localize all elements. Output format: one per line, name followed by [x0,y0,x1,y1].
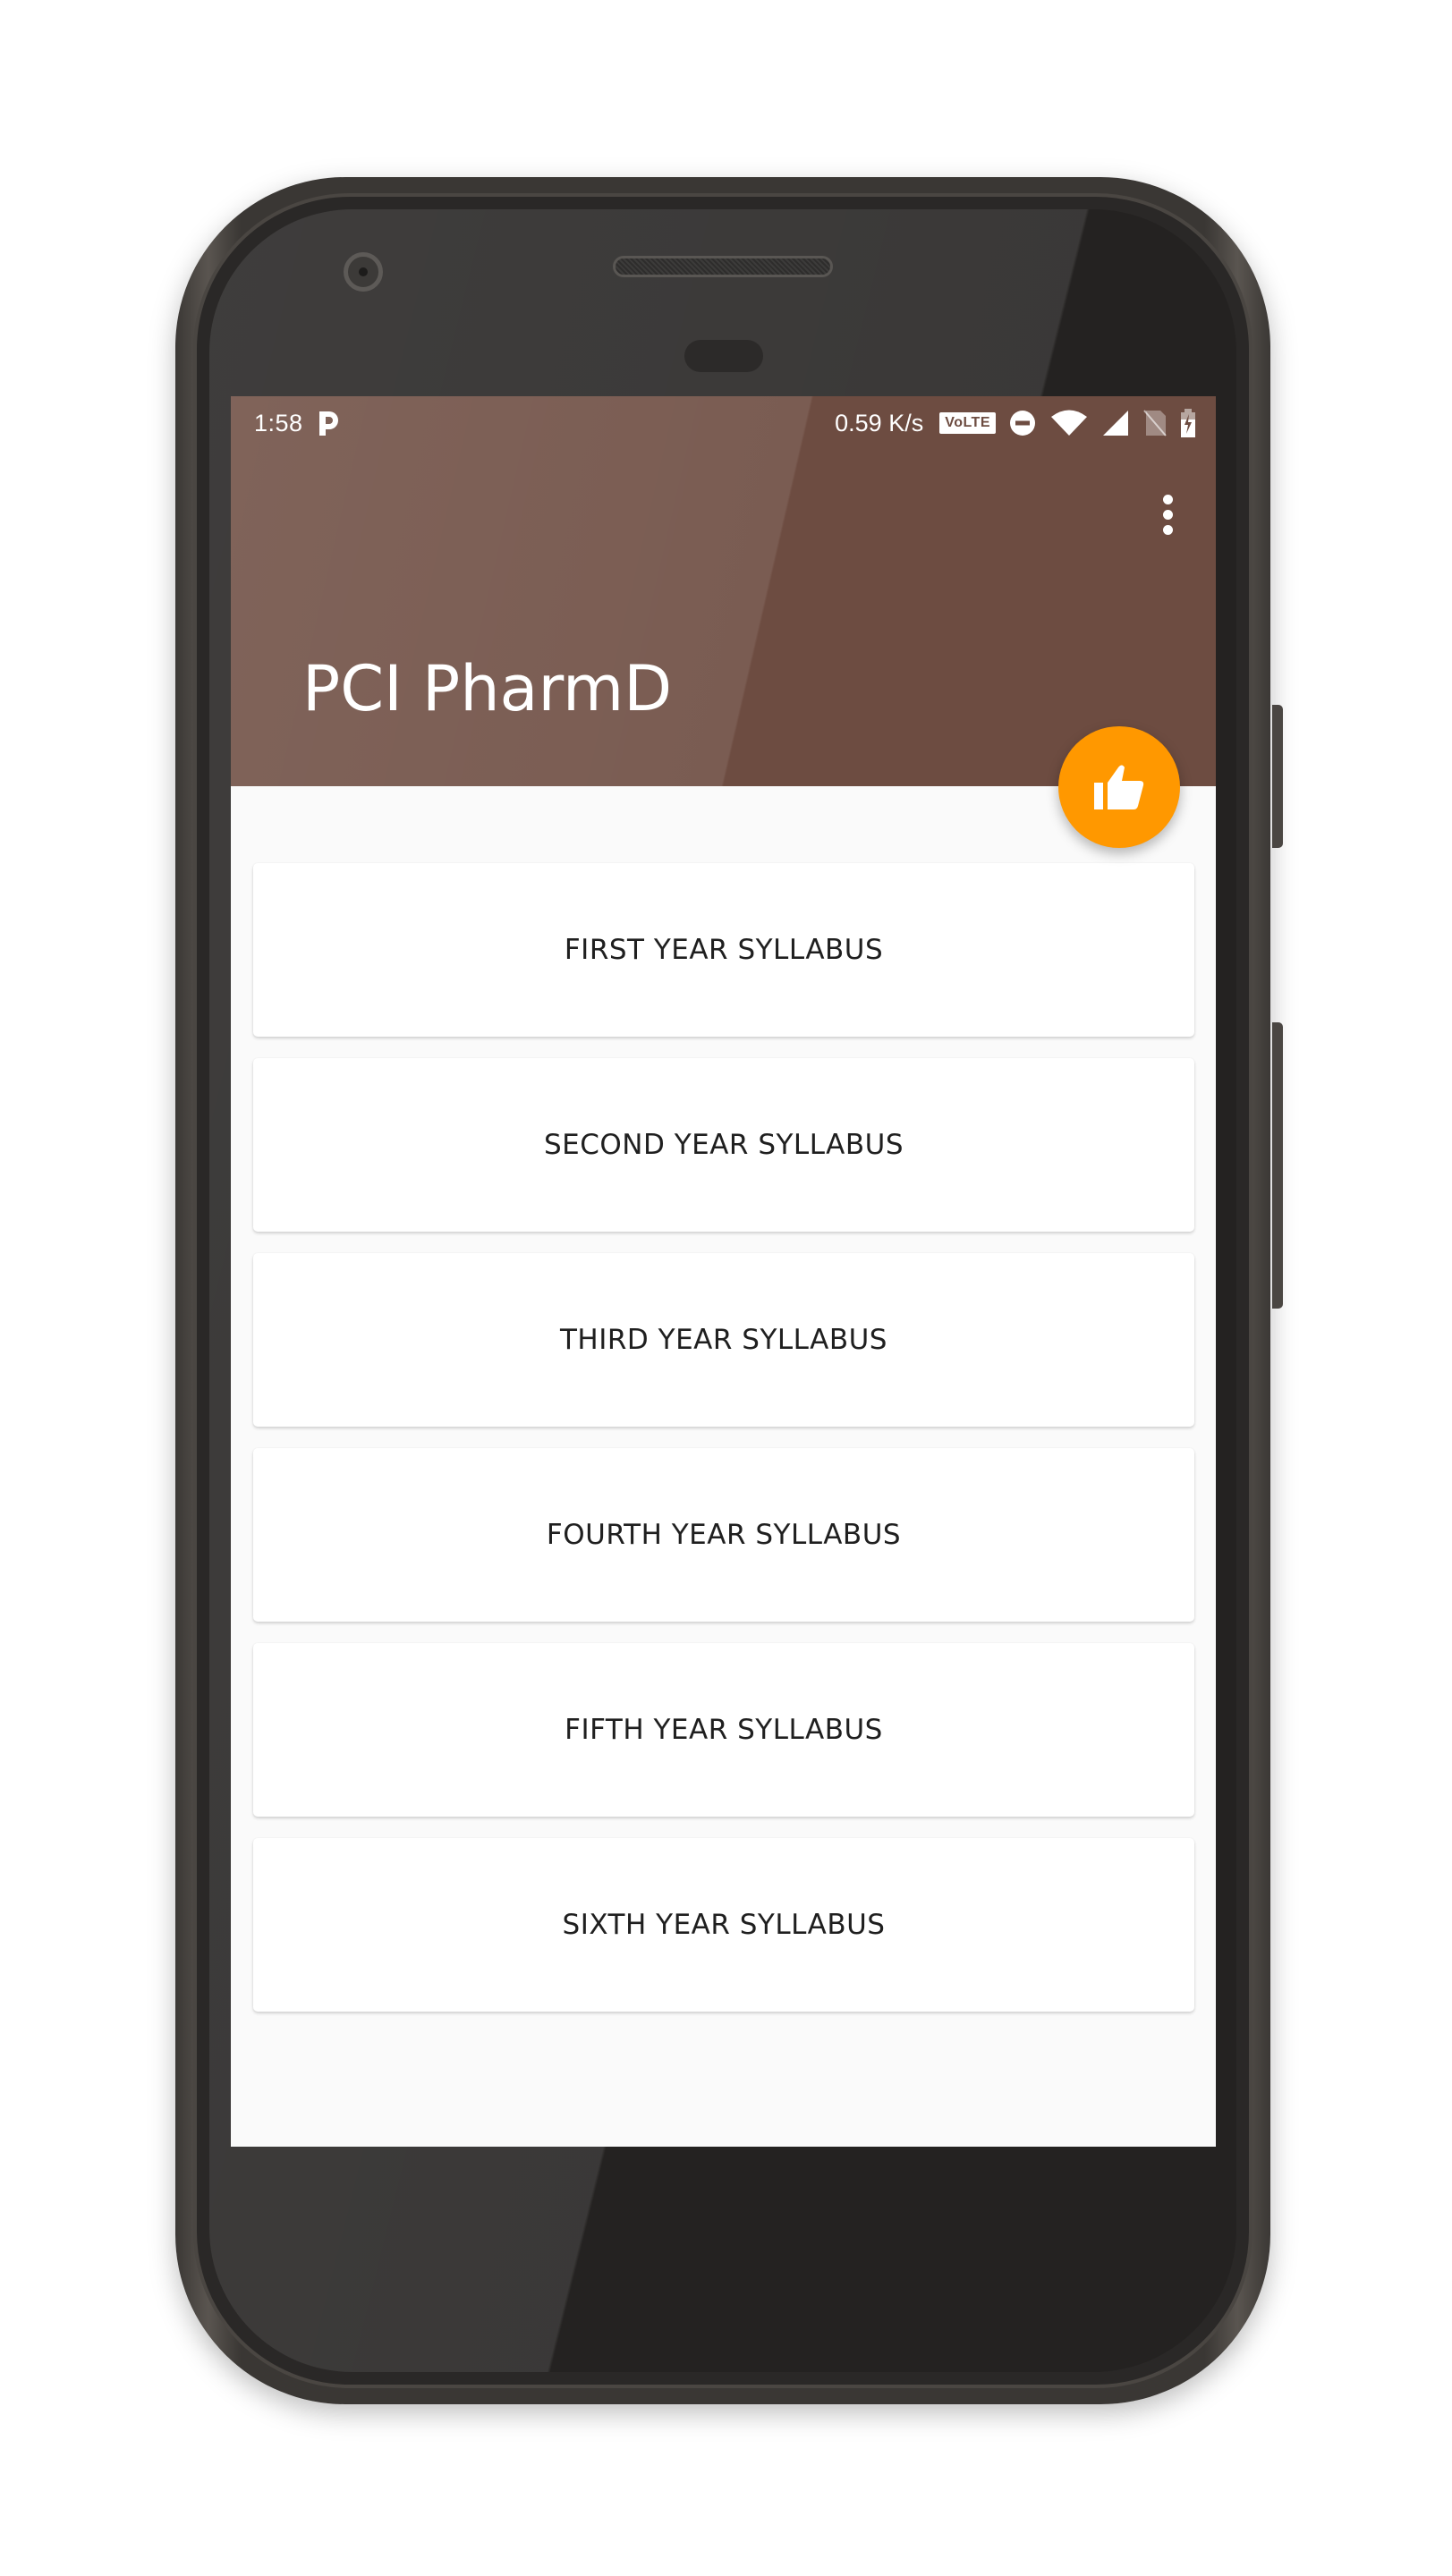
volume-button [1272,1022,1283,1309]
card-label: THIRD YEAR SYLLABUS [560,1324,887,1356]
do-not-disturb-icon [1008,409,1037,437]
no-sim-icon [1142,409,1168,437]
more-vert-icon [1162,494,1173,504]
app-screen: 1:58 0.59 K/s VoLTE PCI PharmD FIRST YEA… [231,396,1216,2147]
card-label: FOURTH YEAR SYLLABUS [546,1519,902,1551]
syllabus-card-fourth-year[interactable]: FOURTH YEAR SYLLABUS [253,1448,1194,1622]
volte-icon: VoLTE [939,412,996,434]
more-options-button[interactable] [1141,482,1194,547]
proximity-sensor [684,340,763,372]
battery-charging-icon [1180,409,1196,437]
card-label: FIRST YEAR SYLLABUS [564,934,884,966]
status-time: 1:58 [254,410,303,436]
cell-signal-icon [1101,409,1130,437]
syllabus-card-second-year[interactable]: SECOND YEAR SYLLABUS [253,1058,1194,1232]
network-speed: 0.59 K/s [835,409,924,436]
syllabus-card-first-year[interactable]: FIRST YEAR SYLLABUS [253,863,1194,1037]
wifi-icon [1049,409,1089,437]
thumb-up-icon [1094,765,1144,809]
p-notification-icon [317,410,340,436]
app-title: PCI PharmD [302,652,673,725]
more-vert-icon-dot [1162,509,1173,520]
like-fab-button[interactable] [1058,726,1180,848]
app-bar-glare [231,396,1216,786]
syllabus-card-fifth-year[interactable]: FIFTH YEAR SYLLABUS [253,1643,1194,1817]
front-camera [344,252,383,292]
syllabus-card-sixth-year[interactable]: SIXTH YEAR SYLLABUS [253,1838,1194,2012]
more-vert-icon-dot [1162,524,1173,535]
status-icons: 0.59 K/s VoLTE [835,407,1196,439]
status-bar: 1:58 0.59 K/s VoLTE [231,396,1216,452]
card-label: SECOND YEAR SYLLABUS [543,1129,904,1161]
card-label: FIFTH YEAR SYLLABUS [565,1714,883,1746]
earpiece-speaker [613,256,833,277]
power-button [1272,705,1283,848]
syllabus-card-third-year[interactable]: THIRD YEAR SYLLABUS [253,1253,1194,1427]
app-bar: 1:58 0.59 K/s VoLTE PCI PharmD [231,396,1216,786]
card-label: SIXTH YEAR SYLLABUS [562,1909,886,1941]
